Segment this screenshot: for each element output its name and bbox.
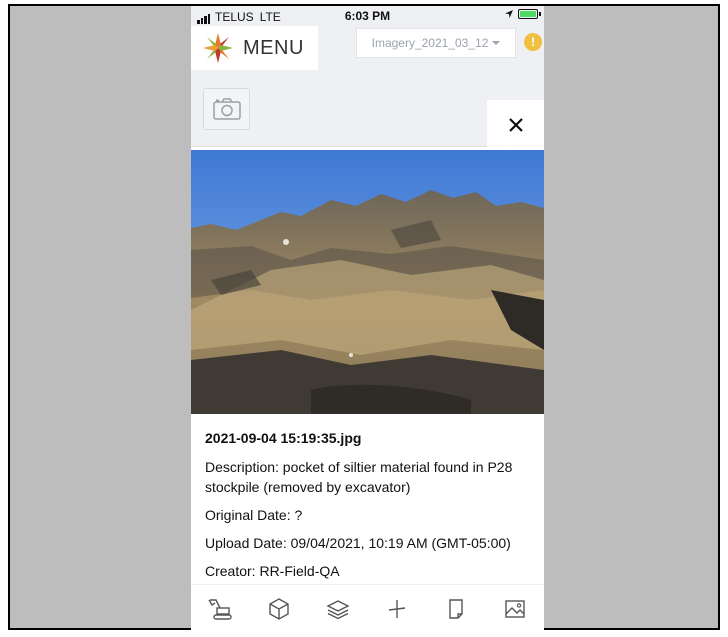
document-icon — [449, 598, 463, 619]
battery-icon — [518, 9, 541, 19]
measure-icon — [388, 599, 405, 618]
camera-button[interactable] — [203, 88, 250, 130]
bottom-toolbar — [191, 584, 544, 631]
compass-logo-icon — [203, 33, 233, 63]
camera-icon — [212, 98, 241, 120]
location-arrow-icon — [505, 10, 513, 18]
photos-button[interactable] — [500, 594, 530, 624]
measure-button[interactable] — [382, 594, 412, 624]
excavator-tool-button[interactable] — [205, 594, 235, 624]
photo-creator: Creator: RR-Field-QA — [205, 563, 340, 579]
imagery-selector-label: Imagery_2021_03_12 — [371, 36, 489, 50]
phone-screen: TELUS LTE 6:03 PM MENU Imagery_2021_03_1… — [191, 6, 544, 631]
photo-filename: 2021-09-04 15:19:35.jpg — [205, 430, 362, 446]
imagery-selector[interactable]: Imagery_2021_03_12 — [356, 28, 516, 58]
excavator-icon — [208, 598, 233, 620]
layers-button[interactable] — [323, 594, 353, 624]
caret-down-icon — [492, 41, 501, 45]
alert-badge[interactable]: ! — [524, 33, 542, 51]
photo-original-date: Original Date: ? — [205, 507, 303, 523]
document-button[interactable] — [441, 594, 471, 624]
status-right — [504, 9, 541, 19]
close-icon — [508, 118, 523, 132]
photo-details-panel: 2021-09-04 15:19:35.jpg Description: poc… — [191, 414, 544, 584]
stockpile-photo[interactable] — [191, 150, 544, 414]
image-icon — [504, 599, 525, 618]
photo-upload-date: Upload Date: 09/04/2021, 10:19 AM (GMT-0… — [205, 535, 511, 551]
menu-button[interactable]: MENU — [191, 26, 318, 70]
layers-icon — [326, 599, 350, 619]
3d-view-button[interactable] — [264, 594, 294, 624]
photo-description: Description: pocket of siltier material … — [205, 459, 513, 495]
status-time: 6:03 PM — [344, 9, 391, 23]
status-bar: TELUS LTE 6:03 PM — [191, 6, 544, 28]
menu-label: MENU — [243, 36, 304, 59]
cube-icon — [269, 597, 289, 620]
close-button[interactable] — [487, 100, 544, 150]
photo-image — [191, 150, 544, 414]
